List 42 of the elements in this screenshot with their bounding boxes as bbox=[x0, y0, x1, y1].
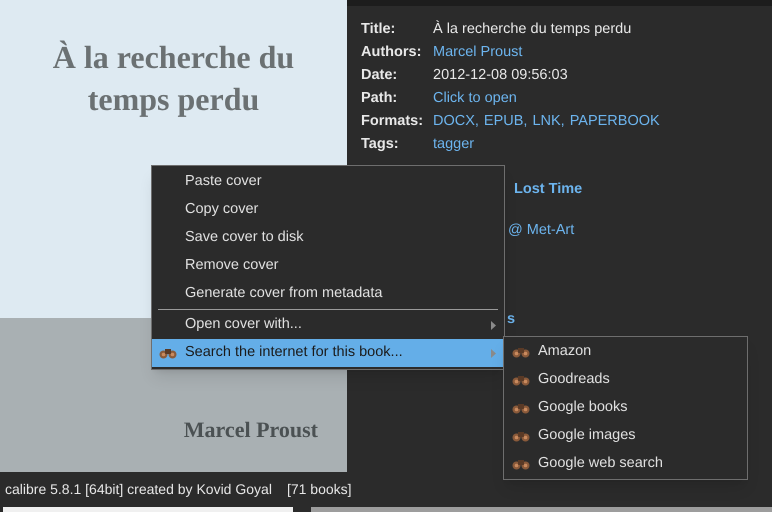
menu-item[interactable]: Google books bbox=[504, 394, 747, 422]
submenu-arrow-icon bbox=[491, 320, 496, 330]
field-value: À la recherche du temps perdu bbox=[433, 19, 632, 39]
binoculars-icon bbox=[512, 346, 530, 358]
section-heading: Lost Time bbox=[514, 180, 582, 199]
book-count: [71 books] bbox=[286, 480, 352, 499]
menu-item[interactable]: Paste cover bbox=[152, 168, 504, 196]
menu-item[interactable]: Google images bbox=[504, 422, 747, 450]
status-text: calibre 5.8.1 [64bit] created by Kovid Goyal bbox=[5, 480, 272, 499]
metadata-link[interactable]: @ Met-Art bbox=[508, 220, 574, 242]
menu-item[interactable]: Save cover to disk bbox=[152, 224, 504, 252]
metadata-link[interactable]: DOCX, bbox=[433, 110, 479, 132]
field-label: Date: bbox=[361, 66, 398, 85]
binoculars-icon bbox=[512, 374, 530, 386]
menu-item[interactable]: Amazon bbox=[504, 338, 747, 366]
submenu-arrow-icon bbox=[491, 348, 496, 358]
field-label: Formats: bbox=[361, 112, 424, 131]
cover-title: À la recherche du temps perdu bbox=[52, 38, 296, 119]
menu-item[interactable]: Open cover with... bbox=[152, 311, 504, 339]
menu-item[interactable]: Remove cover bbox=[152, 252, 504, 280]
menu-item[interactable]: Generate cover from metadata bbox=[152, 280, 504, 308]
cover-author: Marcel Proust bbox=[184, 416, 318, 444]
binoculars-icon bbox=[159, 347, 177, 359]
metadata-link[interactable]: EPUB, bbox=[484, 110, 528, 132]
binoculars-icon bbox=[512, 430, 530, 442]
menu-item[interactable]: Copy cover bbox=[152, 196, 504, 224]
binoculars-icon bbox=[512, 402, 530, 414]
section-heading: s bbox=[507, 310, 516, 329]
metadata-link[interactable]: tagger bbox=[433, 134, 474, 156]
menu-item[interactable]: Search the internet for this book... bbox=[152, 339, 504, 367]
menu-item[interactable]: Goodreads bbox=[504, 366, 747, 394]
field-label: Title: bbox=[361, 20, 396, 39]
binoculars-icon bbox=[512, 458, 530, 470]
field-label: Tags: bbox=[361, 134, 400, 154]
metadata-link[interactable]: Click to open bbox=[433, 88, 517, 110]
metadata-link[interactable]: PAPERBOOK bbox=[570, 110, 660, 132]
field-label: Path: bbox=[361, 88, 398, 108]
menu-item[interactable]: Google web search bbox=[504, 450, 747, 478]
field-label: Authors: bbox=[361, 42, 422, 62]
metadata-link[interactable]: LNK, bbox=[532, 110, 565, 132]
metadata-link[interactable]: Marcel Proust bbox=[433, 42, 522, 64]
field-value: 2012-12-08 09:56:03 bbox=[433, 66, 568, 85]
